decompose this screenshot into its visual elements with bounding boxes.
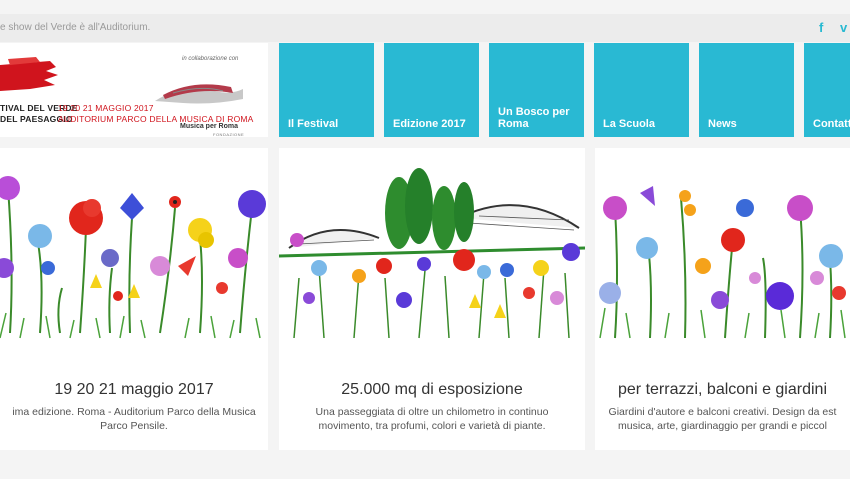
- card-text-line: movimento, tra profumi, colori e varietà…: [318, 420, 546, 432]
- feature-card-dates[interactable]: 19 20 21 maggio 2017 ima edizione. Roma …: [0, 148, 268, 450]
- feature-card-gardens[interactable]: per terrazzi, balconi e giardini Giardin…: [595, 148, 850, 450]
- nav-tile-il-festival[interactable]: Il Festival: [279, 43, 374, 137]
- feature-card-exhibition[interactable]: 25.000 mq di esposizione Una passeggiata…: [279, 148, 585, 450]
- auditorium-illustration: [279, 168, 585, 339]
- vimeo-icon[interactable]: v: [840, 20, 847, 35]
- card-text-line: ima edizione. Roma - Auditorium Parco de…: [12, 406, 256, 418]
- collaboration-label: in collaborazione con: [182, 56, 239, 62]
- nav-label: Un Bosco per Roma: [498, 106, 570, 130]
- festival-logo[interactable]: TIVAL DEL VERDE DEL PAESAGGIO 19 20 21 M…: [0, 43, 268, 137]
- card-text-line: Parco Pensile.: [100, 420, 168, 432]
- card-text-line: musica, arte, giardinaggio per grandi e …: [618, 420, 827, 432]
- nav-label: News: [708, 118, 737, 130]
- top-bar: e show del Verde è all'Auditorium. f v: [0, 14, 850, 42]
- nav-tile-la-scuola[interactable]: La Scuola: [594, 43, 689, 137]
- nav-label: La Scuola: [603, 118, 655, 130]
- nav-tile-un-bosco-per-roma[interactable]: Un Bosco per Roma: [489, 43, 584, 137]
- nav-tile-edizione-2017[interactable]: Edizione 2017: [384, 43, 479, 137]
- card-text: ima edizione. Roma - Auditorium Parco de…: [0, 405, 268, 433]
- flower-illustration: [599, 186, 846, 339]
- card-title: per terrazzi, balconi e giardini: [618, 381, 827, 398]
- nav-label: Il Festival: [288, 118, 339, 130]
- flower-illustration: [0, 176, 266, 339]
- logo-brush-mark: [0, 57, 58, 91]
- card-title: 25.000 mq di esposizione: [341, 381, 523, 398]
- partner-subtitle: FONDAZIONE: [213, 132, 245, 137]
- card-text-line: Giardini d'autore e balconi creativi. De…: [608, 406, 837, 418]
- nav-tile-news[interactable]: News: [699, 43, 794, 137]
- tagline: e show del Verde è all'Auditorium.: [0, 22, 151, 33]
- card-title: 19 20 21 maggio 2017: [54, 381, 214, 398]
- facebook-icon[interactable]: f: [819, 20, 823, 35]
- musica-per-roma-logo: [155, 84, 243, 104]
- nav-tile-contatti[interactable]: Contatti: [804, 43, 850, 137]
- partner-name: Musica per Roma: [180, 123, 238, 130]
- nav-label: Contatti: [813, 118, 850, 130]
- card-text: Una passeggiata di oltre un chilometro i…: [279, 405, 585, 433]
- card-text-line: Una passeggiata di oltre un chilometro i…: [315, 406, 549, 418]
- card-text: Giardini d'autore e balconi creativi. De…: [595, 405, 850, 433]
- nav-label: Edizione 2017: [393, 118, 466, 130]
